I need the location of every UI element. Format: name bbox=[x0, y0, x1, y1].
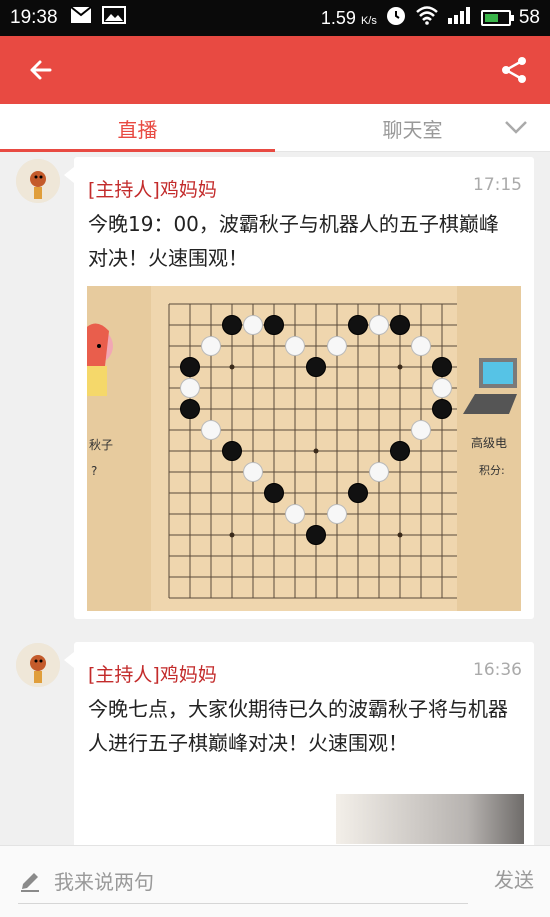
image-icon bbox=[101, 6, 126, 30]
status-bar: 19:38 1.59 K/s 58 bbox=[0, 0, 550, 36]
right-score: 积分: bbox=[479, 464, 505, 477]
tab-live[interactable]: 直播 bbox=[0, 104, 275, 152]
post-time: 16:36 bbox=[473, 660, 522, 680]
status-time: 19:38 bbox=[10, 7, 58, 28]
battery-icon bbox=[480, 10, 514, 26]
post-image[interactable] bbox=[336, 794, 524, 844]
tab-bar: 直播 聊天室 bbox=[0, 104, 550, 152]
pencil-icon bbox=[18, 869, 42, 893]
wifi-icon bbox=[415, 5, 439, 31]
host-name: [主持人]鸡妈妈 bbox=[88, 664, 217, 686]
app-bar bbox=[0, 36, 550, 104]
post-text: 今晚19：00，波霸秋子与机器人的五子棋巅峰对决！火速围观！ bbox=[88, 212, 499, 270]
post-time: 17:15 bbox=[473, 175, 522, 195]
live-feed[interactable]: [主持人]鸡妈妈 17:15 今晚19：00，波霸秋子与机器人的五子棋巅峰对决！… bbox=[0, 152, 550, 845]
battery-fill bbox=[484, 14, 498, 22]
avatar bbox=[16, 159, 60, 203]
comment-bar: 我来说两句 发送 bbox=[0, 845, 550, 917]
game-board bbox=[151, 286, 457, 611]
speed-value: 1.59 bbox=[320, 7, 356, 28]
gomoku-board-image[interactable]: 秋子 ? 高级电 积分: bbox=[87, 286, 521, 611]
input-placeholder: 我来说两句 bbox=[54, 870, 154, 894]
comment-input[interactable]: 我来说两句 bbox=[18, 858, 468, 904]
speed-unit: K/s bbox=[360, 14, 377, 27]
chevron-down-icon[interactable] bbox=[504, 118, 528, 136]
message-card: [主持人]鸡妈妈 16:36 今晚七点，大家伙期待已久的波霸秋子将与机器人进行五… bbox=[64, 642, 534, 845]
left-label: 秋子 bbox=[89, 438, 114, 452]
message-card: [主持人]鸡妈妈 17:15 今晚19：00，波霸秋子与机器人的五子棋巅峰对决！… bbox=[64, 157, 534, 619]
network-speed: 1.59 K/s bbox=[321, 8, 377, 29]
share-icon[interactable] bbox=[496, 52, 532, 88]
image-left-panel: 秋子 ? bbox=[87, 286, 151, 611]
avatar bbox=[16, 643, 60, 687]
post-text: 今晚七点，大家伙期待已久的波霸秋子将与机器人进行五子棋巅峰对决！火速围观！ bbox=[88, 697, 508, 755]
alarm-icon bbox=[385, 4, 407, 32]
feed-post: [主持人]鸡妈妈 17:15 今晚19：00，波霸秋子与机器人的五子棋巅峰对决！… bbox=[0, 152, 550, 622]
feed-post: [主持人]鸡妈妈 16:36 今晚七点，大家伙期待已久的波霸秋子将与机器人进行五… bbox=[0, 640, 550, 845]
right-label: 高级电 bbox=[471, 436, 508, 450]
image-right-panel: 高级电 积分: bbox=[457, 286, 521, 611]
battery-level: 58 bbox=[518, 7, 540, 28]
left-question: ? bbox=[91, 464, 98, 478]
signal-icon bbox=[447, 6, 473, 30]
back-arrow-icon[interactable] bbox=[22, 50, 62, 90]
host-name: [主持人]鸡妈妈 bbox=[88, 179, 217, 201]
send-button[interactable]: 发送 bbox=[494, 864, 534, 893]
mail-icon bbox=[69, 6, 92, 30]
